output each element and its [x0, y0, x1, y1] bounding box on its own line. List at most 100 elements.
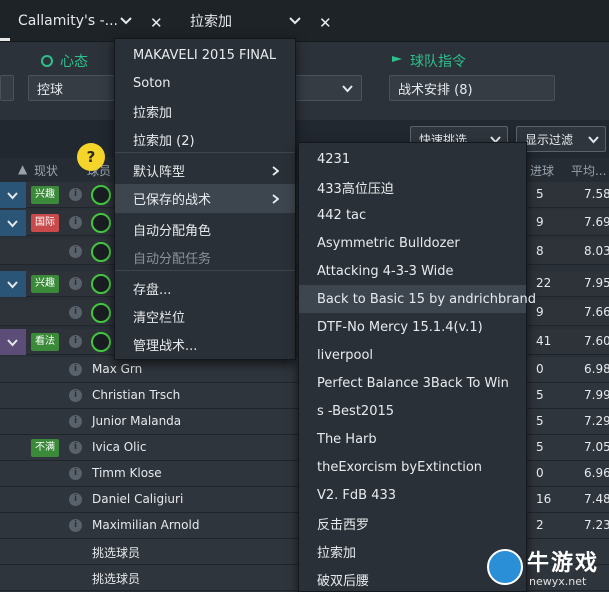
saved-tactic-item[interactable]: s -Best2015: [299, 397, 526, 425]
tactics-header: 心态 控球 球队指令 战术安排 (8): [0, 43, 609, 120]
mentality-icon: [41, 55, 53, 67]
player-name[interactable]: 挑选球员: [92, 570, 140, 587]
saved-tactic-item[interactable]: DTF-No Mercy 15.1.4(v.1): [299, 313, 526, 341]
expand-toggle[interactable]: [0, 239, 26, 265]
watermark-text: 牛游戏: [527, 551, 600, 576]
tab-lasuojia[interactable]: 拉索加: [190, 0, 232, 42]
expand-toggle[interactable]: [0, 300, 26, 326]
status-badge: 看法: [31, 333, 59, 351]
menu-item[interactable]: 默认阵型: [115, 156, 295, 185]
column-avg[interactable]: 平均...: [571, 162, 606, 179]
menu-item-label: 已保存的战术: [133, 193, 212, 208]
goals-value: 5: [536, 187, 544, 201]
close-icon[interactable]: ✕: [319, 14, 332, 32]
avg-rating-value: 7.99: [584, 388, 609, 402]
expand-toggle[interactable]: [0, 182, 26, 208]
menu-item-label: 管理战术...: [133, 339, 198, 354]
player-name[interactable]: Christian Trsch: [92, 388, 180, 402]
avg-rating-value: 7.48: [584, 492, 609, 506]
info-icon[interactable]: i: [69, 335, 82, 348]
info-icon[interactable]: i: [69, 441, 82, 454]
info-icon[interactable]: i: [69, 216, 82, 229]
player-name[interactable]: Junior Malanda: [92, 414, 181, 428]
chevron-right-icon: [272, 166, 279, 176]
column-status[interactable]: 现状: [34, 162, 58, 179]
star-player-icon: [91, 242, 111, 262]
saved-tactic-label: theExorcism byExtinction: [317, 459, 483, 475]
menu-item[interactable]: 拉索加 (2): [115, 125, 295, 154]
saved-tactic-item[interactable]: 反击西罗: [299, 509, 526, 537]
tab-callamity[interactable]: Callamity's -...: [18, 0, 118, 42]
expand-toggle[interactable]: [0, 329, 26, 355]
saved-tactic-item[interactable]: liverpool: [299, 341, 526, 369]
menu-item-label: 存盘...: [133, 283, 172, 298]
saved-tactic-item[interactable]: The Harb: [299, 425, 526, 453]
menu-item[interactable]: 存盘...: [115, 274, 295, 303]
menu-item: 自动分配任务: [115, 243, 295, 272]
sort-icon[interactable]: ▲: [18, 162, 27, 176]
menu-item-label: 默认阵型: [133, 165, 186, 180]
player-name[interactable]: Maximilian Arnold: [92, 518, 199, 532]
chevron-down-icon[interactable]: [289, 15, 301, 27]
saved-tactic-label: liverpool: [317, 347, 374, 363]
info-icon[interactable]: i: [69, 415, 82, 428]
goals-value: 41: [536, 334, 552, 348]
team-instructions-button[interactable]: 战术安排 (8): [389, 75, 555, 101]
saved-tactic-label: 442 tac: [317, 207, 367, 223]
saved-tactic-item[interactable]: Attacking 4-3-3 Wide: [299, 257, 526, 285]
expand-toggle[interactable]: [0, 271, 26, 297]
saved-tactic-label: 反击西罗: [317, 517, 370, 533]
chevron-down-icon: [7, 220, 18, 228]
close-icon[interactable]: ✕: [150, 14, 163, 32]
player-name[interactable]: Max Grn: [92, 362, 142, 376]
goals-value: 0: [536, 362, 544, 376]
info-icon[interactable]: i: [69, 519, 82, 532]
goals-value: 5: [536, 414, 544, 428]
left-select-stub[interactable]: [0, 75, 14, 101]
saved-tactic-item[interactable]: 433高位压迫: [299, 173, 526, 201]
active-tab-indicator: [0, 38, 10, 41]
info-icon[interactable]: i: [69, 188, 82, 201]
info-icon[interactable]: i: [69, 306, 82, 319]
chevron-down-icon: [588, 136, 599, 144]
menu-item[interactable]: Soton: [115, 69, 295, 98]
watermark-url: newyx.net: [529, 575, 587, 588]
player-name[interactable]: 挑选球员: [92, 544, 140, 561]
menu-item[interactable]: 管理战术...: [115, 330, 295, 359]
watermark-logo: 牛游戏 newyx.net: [487, 545, 605, 589]
chevron-right-icon: [272, 194, 279, 204]
saved-tactic-item[interactable]: Asymmetric Bulldozer: [299, 229, 526, 257]
info-icon[interactable]: i: [69, 245, 82, 258]
avg-rating-value: 7.58: [584, 187, 609, 201]
expand-toggle[interactable]: [0, 210, 26, 236]
saved-tactic-item[interactable]: V2. FdB 433: [299, 481, 526, 509]
menu-item[interactable]: 清空栏位: [115, 302, 295, 331]
info-icon[interactable]: i: [69, 389, 82, 402]
help-icon[interactable]: ?: [77, 143, 105, 171]
mascot-icon: [487, 549, 523, 585]
view-filter-label: 显示过滤: [525, 132, 574, 147]
menu-item[interactable]: 已保存的战术: [115, 184, 295, 213]
tab-bar: Callamity's -... ✕ 拉索加 ✕: [0, 0, 609, 42]
view-filter-button[interactable]: 显示过滤: [516, 126, 606, 152]
column-goals[interactable]: 进球: [530, 162, 554, 179]
chevron-down-icon: [7, 192, 18, 200]
saved-tactic-item[interactable]: 4231: [299, 145, 526, 173]
goals-value: 5: [536, 440, 544, 454]
player-name[interactable]: Timm Klose: [92, 466, 162, 480]
info-icon[interactable]: i: [69, 467, 82, 480]
saved-tactic-item[interactable]: 442 tac: [299, 201, 526, 229]
player-name[interactable]: Daniel Caligiuri: [92, 492, 183, 506]
info-icon[interactable]: i: [69, 493, 82, 506]
saved-tactic-item[interactable]: Perfect Balance 3Back To Win: [299, 369, 526, 397]
player-name[interactable]: Ivica Olic: [92, 440, 146, 454]
info-icon[interactable]: i: [69, 277, 82, 290]
info-icon[interactable]: i: [69, 363, 82, 376]
saved-tactic-item[interactable]: theExorcism byExtinction: [299, 453, 526, 481]
chevron-down-icon[interactable]: [120, 15, 132, 27]
saved-tactic-item[interactable]: Back to Basic 15 by andrichbrand: [299, 285, 536, 313]
menu-item[interactable]: MAKAVELI 2015 FINAL: [115, 41, 295, 70]
menu-item[interactable]: 拉索加: [115, 97, 295, 126]
menu-item[interactable]: 自动分配角色: [115, 215, 295, 244]
saved-tactic-label: 4231: [317, 151, 351, 167]
